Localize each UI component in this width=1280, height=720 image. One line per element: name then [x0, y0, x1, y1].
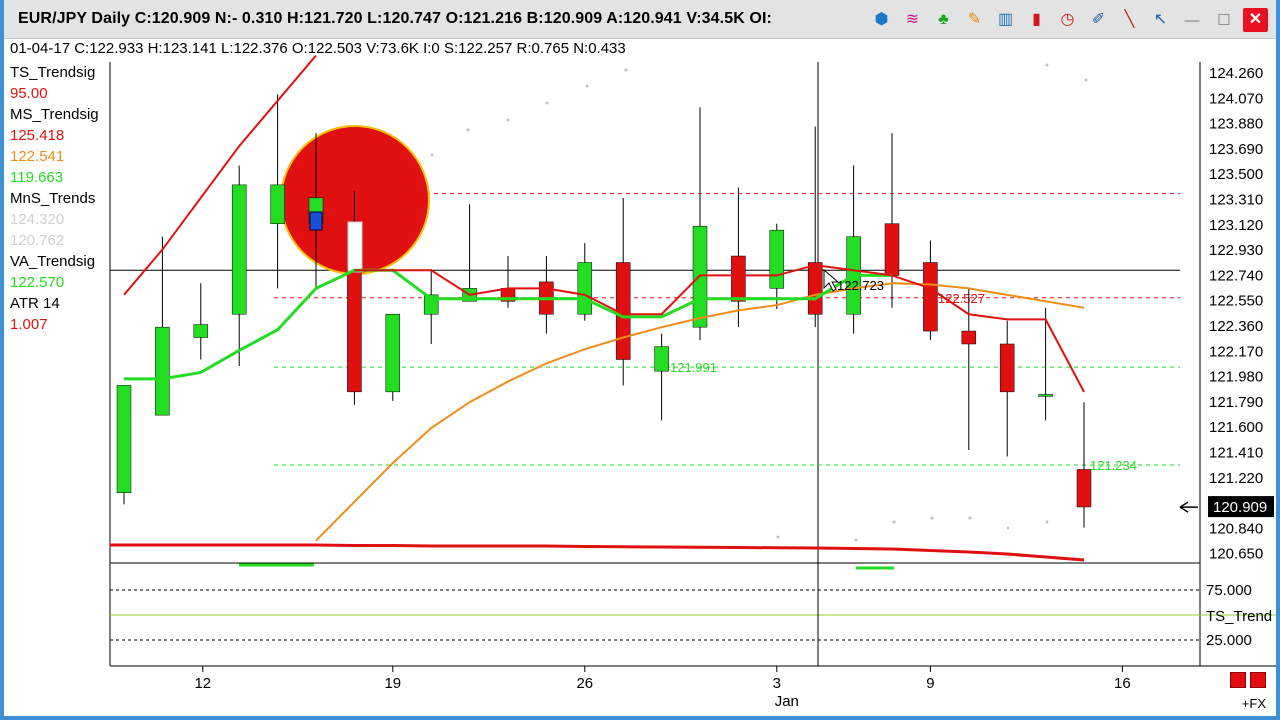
- mns-dot: [776, 535, 780, 539]
- time-tick-label: 3: [773, 675, 781, 692]
- level-label: 121.991: [670, 360, 717, 375]
- candle-body: [116, 385, 132, 493]
- price-tick-label: 122.360: [1209, 318, 1263, 335]
- red-square-icon[interactable]: [1250, 672, 1266, 688]
- time-tick-label: 19: [384, 675, 401, 692]
- candle-body: [731, 255, 746, 302]
- price-tick-label: 122.930: [1209, 242, 1263, 259]
- price-tick-label: 123.880: [1209, 116, 1263, 133]
- mns-dot: [624, 68, 628, 72]
- mns-dot: [930, 516, 934, 520]
- candle-body: [155, 326, 170, 416]
- price-tick-label: 121.790: [1209, 394, 1263, 411]
- blue-marker: [309, 211, 323, 231]
- candle-body: [884, 223, 900, 276]
- price-tick-label: 121.220: [1209, 470, 1263, 487]
- price-tick-label: 122.550: [1209, 293, 1263, 310]
- mns-dot: [545, 101, 549, 105]
- level-label: 121.234: [1090, 458, 1137, 473]
- price-tick-label: 120.650: [1209, 546, 1263, 563]
- price-tick-label: 124.260: [1209, 65, 1263, 82]
- price-tick-label: 123.500: [1209, 166, 1263, 183]
- time-tick-label: 9: [926, 675, 934, 692]
- lower-tick-label: 25.000: [1206, 632, 1252, 649]
- mns-dot: [430, 153, 434, 157]
- price-chart[interactable]: 123.332122.527121.991121.234122.723124.2…: [4, 0, 1276, 716]
- mns-dot: [585, 84, 589, 88]
- candle-body: [807, 262, 823, 315]
- price-tick-label: 121.600: [1209, 419, 1263, 436]
- candle-body: [1076, 469, 1092, 508]
- time-tick-label: 16: [1114, 675, 1131, 692]
- current-price-label: 120.909: [1213, 499, 1267, 516]
- price-tick-label: 122.170: [1209, 343, 1263, 360]
- candle-body: [270, 184, 285, 224]
- cursor-price-label: 122.723: [837, 278, 884, 293]
- candle-body: [961, 330, 977, 345]
- white-marker: [347, 221, 363, 273]
- mouse-cursor-icon: [823, 268, 840, 292]
- price-tick-label: 123.690: [1209, 141, 1263, 158]
- candle-body: [347, 268, 362, 393]
- price-tick-label: 121.410: [1209, 445, 1263, 462]
- price-tick-label: 123.120: [1209, 217, 1263, 234]
- indicator-series-line: [354, 264, 1085, 393]
- candle-body: [385, 313, 401, 393]
- mns-dot: [506, 118, 510, 122]
- candle-body: [577, 262, 593, 315]
- candle-body: [999, 343, 1015, 393]
- price-tick-label: 124.070: [1209, 90, 1263, 107]
- lower-tick-label: 75.000: [1206, 582, 1252, 599]
- time-tick-label: 26: [576, 675, 593, 692]
- mns-dot: [892, 520, 896, 524]
- candle-body: [654, 346, 669, 372]
- mns-dot: [1006, 526, 1010, 530]
- bottom-controls: [1230, 672, 1266, 688]
- mns-dot: [466, 128, 470, 132]
- candle-body: [1038, 394, 1053, 397]
- mns-dot: [1084, 78, 1088, 82]
- ts-trend-line: [110, 543, 1085, 562]
- chart-window: EUR/JPY Daily C:120.909 N:- 0.310 H:121.…: [0, 0, 1280, 720]
- price-tick-label: 123.310: [1209, 192, 1263, 209]
- price-tick-label: 120.840: [1209, 520, 1263, 537]
- candle-body: [193, 324, 209, 338]
- red-square-icon[interactable]: [1230, 672, 1246, 688]
- current-price-arrow: [1179, 501, 1198, 513]
- fx-label: +FX: [1241, 696, 1266, 711]
- mns-dot: [968, 516, 972, 520]
- candle-body: [923, 262, 938, 332]
- mns-dot: [1045, 63, 1049, 67]
- price-tick-label: 121.980: [1209, 369, 1263, 386]
- mns-dot: [1045, 520, 1049, 524]
- price-tick-label: 122.740: [1209, 267, 1263, 284]
- month-label: Jan: [775, 693, 799, 710]
- candle-body: [231, 184, 247, 315]
- candle-body: [769, 229, 785, 289]
- lower-panel-name: TS_Trend: [1206, 608, 1272, 625]
- mns-dot: [854, 538, 858, 542]
- time-tick-label: 12: [194, 675, 211, 692]
